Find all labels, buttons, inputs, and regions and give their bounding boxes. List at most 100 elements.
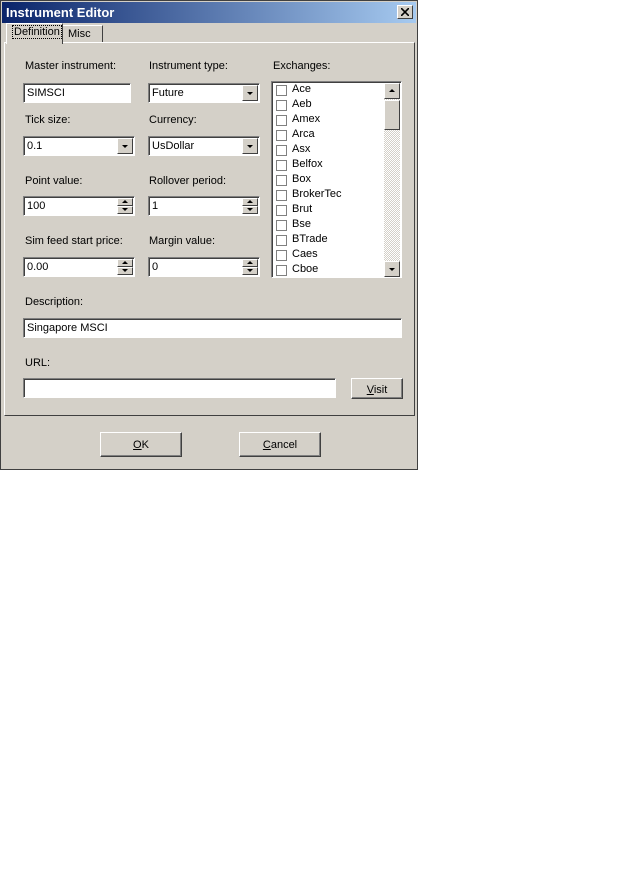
arrow-up-icon — [389, 89, 395, 92]
title-bar[interactable]: Instrument Editor — [2, 2, 416, 23]
point-value-label: Point value: — [25, 175, 83, 187]
exchange-label: Amex — [292, 113, 321, 125]
exchange-label: BTrade — [292, 233, 328, 245]
rollover-period-increment-button[interactable] — [242, 198, 258, 206]
arrow-down-icon — [389, 268, 395, 271]
cancel-button-label: Cancel — [262, 439, 298, 451]
cancel-button[interactable]: Cancel — [239, 432, 321, 457]
close-button[interactable] — [397, 5, 413, 19]
tick-size-label: Tick size: — [25, 114, 71, 126]
tab-definition-label: Definition — [12, 25, 62, 39]
tab-misc-label: Misc — [68, 28, 91, 40]
arrow-up-icon — [247, 200, 253, 203]
exchanges-listbox[interactable]: Ace Aeb Amex Arca Asx Belfox Box BrokerT… — [271, 81, 402, 278]
sim-feed-start-price-stepper[interactable]: 0.00 — [23, 257, 135, 277]
url-label: URL: — [25, 357, 51, 369]
tab-definition[interactable]: Definition — [6, 23, 63, 44]
exchange-label: BrokerTec — [292, 188, 342, 200]
window-title: Instrument Editor — [6, 5, 115, 20]
exchange-checkbox[interactable] — [276, 160, 287, 171]
description-label: Description: — [25, 296, 84, 308]
exchanges-label: Exchanges: — [273, 60, 331, 72]
exchange-checkbox[interactable] — [276, 235, 287, 246]
arrow-up-icon — [122, 200, 128, 203]
instrument-editor-dialog: Instrument Editor Definition Misc Master… — [0, 0, 418, 470]
tick-size-dropdown-button[interactable] — [117, 138, 133, 154]
exchange-label: Caes — [292, 248, 318, 260]
currency-select[interactable]: UsDollar — [148, 136, 260, 156]
point-value-decrement-button[interactable] — [117, 206, 133, 214]
margin-value-increment-button[interactable] — [242, 259, 258, 267]
exchange-checkbox[interactable] — [276, 265, 287, 276]
scroll-thumb[interactable] — [384, 100, 400, 130]
exchange-label: Asx — [292, 143, 311, 155]
chevron-down-icon — [247, 145, 253, 148]
description-value: Singapore MSCI — [27, 322, 108, 334]
rollover-period-stepper[interactable]: 1 — [148, 196, 260, 216]
arrow-down-icon — [247, 208, 253, 211]
arrow-down-icon — [122, 269, 128, 272]
master-instrument-value: SIMSCI — [27, 87, 65, 99]
margin-value-label: Margin value: — [149, 235, 216, 247]
arrow-up-icon — [247, 261, 253, 264]
chevron-down-icon — [122, 145, 128, 148]
ok-button[interactable]: OK — [100, 432, 182, 457]
exchange-checkbox[interactable] — [276, 115, 287, 126]
margin-value-stepper[interactable]: 0 — [148, 257, 260, 277]
sim-feed-start-price-label: Sim feed start price: — [25, 235, 123, 247]
instrument-type-dropdown-button[interactable] — [242, 85, 258, 101]
currency-value: UsDollar — [152, 140, 195, 152]
instrument-type-value: Future — [152, 87, 184, 99]
arrow-down-icon — [247, 269, 253, 272]
tab-misc[interactable]: Misc — [62, 25, 103, 43]
master-instrument-label: Master instrument: — [25, 60, 117, 72]
exchange-checkbox[interactable] — [276, 85, 287, 96]
description-input[interactable]: Singapore MSCI — [23, 318, 402, 338]
exchange-label: Arca — [292, 128, 315, 140]
exchange-label: Ace — [292, 83, 311, 95]
scroll-up-button[interactable] — [384, 83, 400, 99]
sim-feed-start-price-decrement-button[interactable] — [117, 267, 133, 275]
arrow-down-icon — [122, 208, 128, 211]
exchange-checkbox[interactable] — [276, 175, 287, 186]
exchange-checkbox[interactable] — [276, 100, 287, 111]
instrument-type-select[interactable]: Future — [148, 83, 260, 103]
exchange-checkbox[interactable] — [276, 220, 287, 231]
sim-feed-start-price-value: 0.00 — [27, 261, 49, 273]
exchange-checkbox[interactable] — [276, 250, 287, 261]
exchanges-scrollbar[interactable] — [384, 83, 400, 277]
exchange-checkbox[interactable] — [276, 190, 287, 201]
exchange-label: Brut — [292, 203, 313, 215]
exchange-label: Belfox — [292, 158, 323, 170]
margin-value-value: 0 — [152, 261, 159, 273]
exchange-checkbox[interactable] — [276, 145, 287, 156]
arrow-up-icon — [122, 261, 128, 264]
currency-label: Currency: — [149, 114, 197, 126]
exchange-checkbox[interactable] — [276, 130, 287, 141]
point-value-increment-button[interactable] — [117, 198, 133, 206]
visit-button-label: Visit — [366, 384, 388, 396]
exchange-label: Cboe — [292, 263, 319, 275]
master-instrument-input[interactable]: SIMSCI — [23, 83, 131, 103]
exchange-label: Bse — [292, 218, 311, 230]
point-value-value: 100 — [27, 200, 46, 212]
tick-size-select[interactable]: 0.1 — [23, 136, 135, 156]
rollover-period-label: Rollover period: — [149, 175, 227, 187]
rollover-period-value: 1 — [152, 200, 159, 212]
instrument-type-label: Instrument type: — [149, 60, 228, 72]
currency-dropdown-button[interactable] — [242, 138, 258, 154]
sim-feed-start-price-increment-button[interactable] — [117, 259, 133, 267]
scroll-down-button[interactable] — [384, 261, 400, 277]
tick-size-value: 0.1 — [27, 140, 43, 152]
exchange-checkbox[interactable] — [276, 205, 287, 216]
rollover-period-decrement-button[interactable] — [242, 206, 258, 214]
url-input[interactable] — [23, 378, 336, 398]
visit-button[interactable]: Visit — [351, 378, 403, 399]
exchange-label: Aeb — [292, 98, 312, 110]
ok-button-label: OK — [133, 439, 149, 451]
close-icon — [401, 8, 409, 16]
chevron-down-icon — [247, 92, 253, 95]
point-value-stepper[interactable]: 100 — [23, 196, 135, 216]
margin-value-decrement-button[interactable] — [242, 267, 258, 275]
exchange-label: Box — [292, 173, 311, 185]
